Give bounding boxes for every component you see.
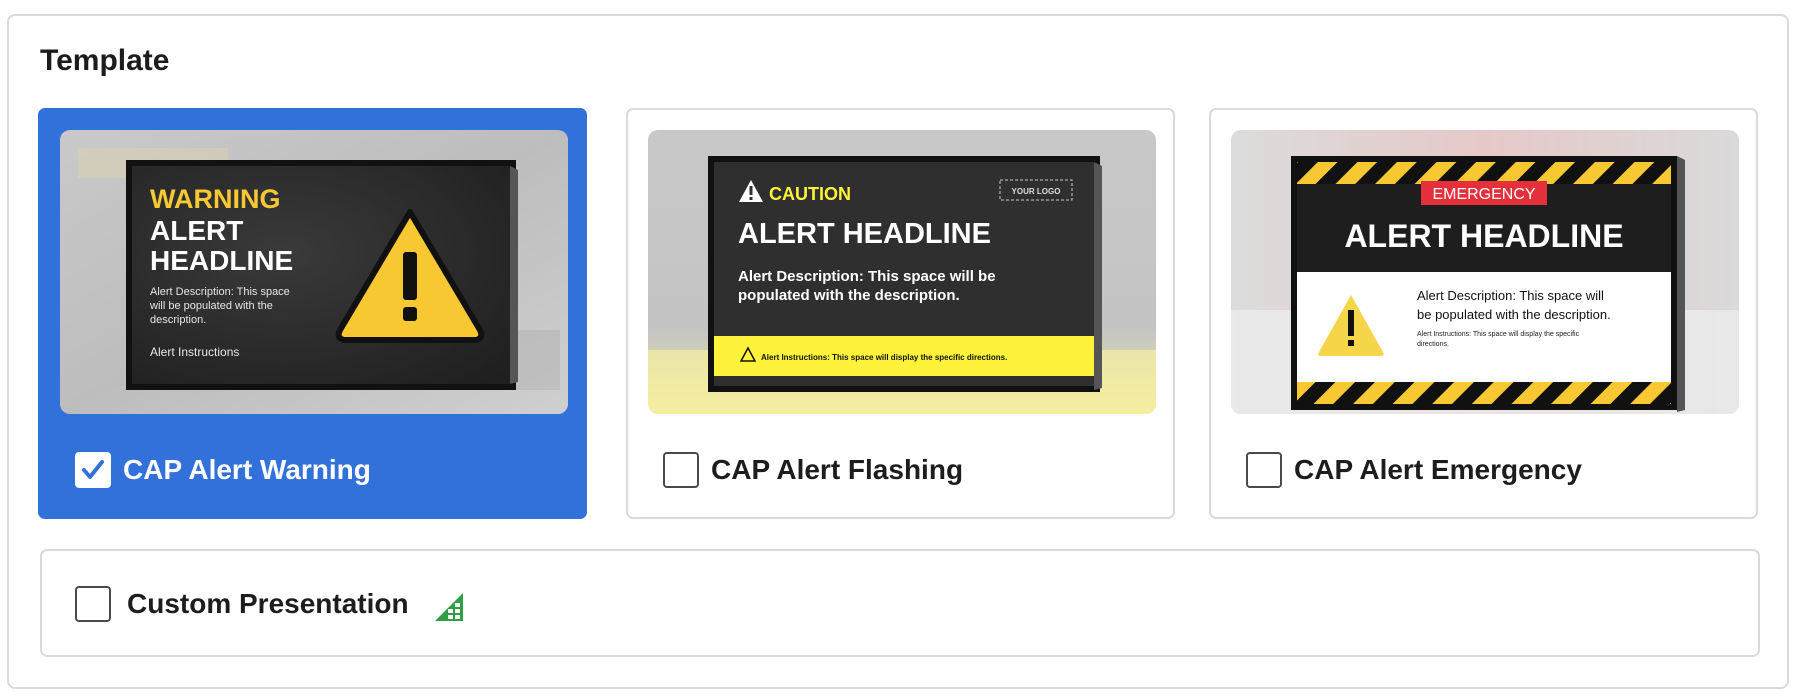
preview-instr-2: directions. [1417,341,1449,348]
spreadsheet-icon [435,593,463,621]
custom-presentation-label[interactable]: Custom Presentation [127,586,409,622]
preview-desc-1: Alert Description: This space will be [738,268,996,285]
template-card-cap-alert-flashing[interactable]: CAUTION YOUR LOGO ALERT HEADLINE Alert D… [626,108,1175,519]
checkmark-icon [82,460,104,479]
preview-kicker: WARNING [150,184,281,214]
template-checkbox-emergency[interactable] [1246,452,1282,488]
preview-instructions: Alert Instructions [150,345,239,359]
preview-desc-1: Alert Description: This space will [1417,288,1604,303]
preview-headline-2: HEADLINE [150,245,293,276]
template-preview-warning: WARNING ALERT HEADLINE Alert Description… [60,130,568,414]
template-card-cap-alert-warning[interactable]: WARNING ALERT HEADLINE Alert Description… [38,108,587,519]
preview-instr-1: Alert Instructions: This space will disp… [1417,331,1580,338]
preview-logo-placeholder: YOUR LOGO [1012,187,1061,196]
template-card-cap-alert-emergency[interactable]: EMERGENCY ALERT HEADLINE Alert Descripti… [1209,108,1758,519]
preview-desc-2: will be populated with the [149,300,273,312]
preview-kicker: EMERGENCY [1432,186,1535,203]
preview-desc-2: populated with the description. [738,287,960,304]
template-panel: Template WARNING ALERT HEADLINE Alert De… [7,14,1789,689]
template-label-flashing[interactable]: CAP Alert Flashing [711,452,963,488]
template-checkbox-flashing[interactable] [663,452,699,488]
custom-presentation-checkbox[interactable] [75,586,111,622]
preview-instructions: Alert Instructions: This space will disp… [761,353,1007,362]
preview-desc-2: be populated with the description. [1417,307,1611,322]
preview-desc-3: description. [150,314,206,326]
preview-headline: ALERT HEADLINE [1344,218,1623,254]
preview-desc-1: Alert Description: This space [150,286,290,298]
template-checkbox-warning[interactable] [75,452,111,488]
preview-headline-1: ALERT [150,215,243,246]
custom-presentation-option[interactable]: Custom Presentation [40,549,1760,657]
preview-headline: ALERT HEADLINE [738,218,991,250]
template-preview-emergency: EMERGENCY ALERT HEADLINE Alert Descripti… [1231,130,1739,414]
section-title: Template [40,44,170,77]
preview-kicker: CAUTION [769,184,851,204]
template-label-emergency[interactable]: CAP Alert Emergency [1294,452,1582,488]
template-label-warning[interactable]: CAP Alert Warning [123,452,371,488]
template-preview-flashing: CAUTION YOUR LOGO ALERT HEADLINE Alert D… [648,130,1156,414]
